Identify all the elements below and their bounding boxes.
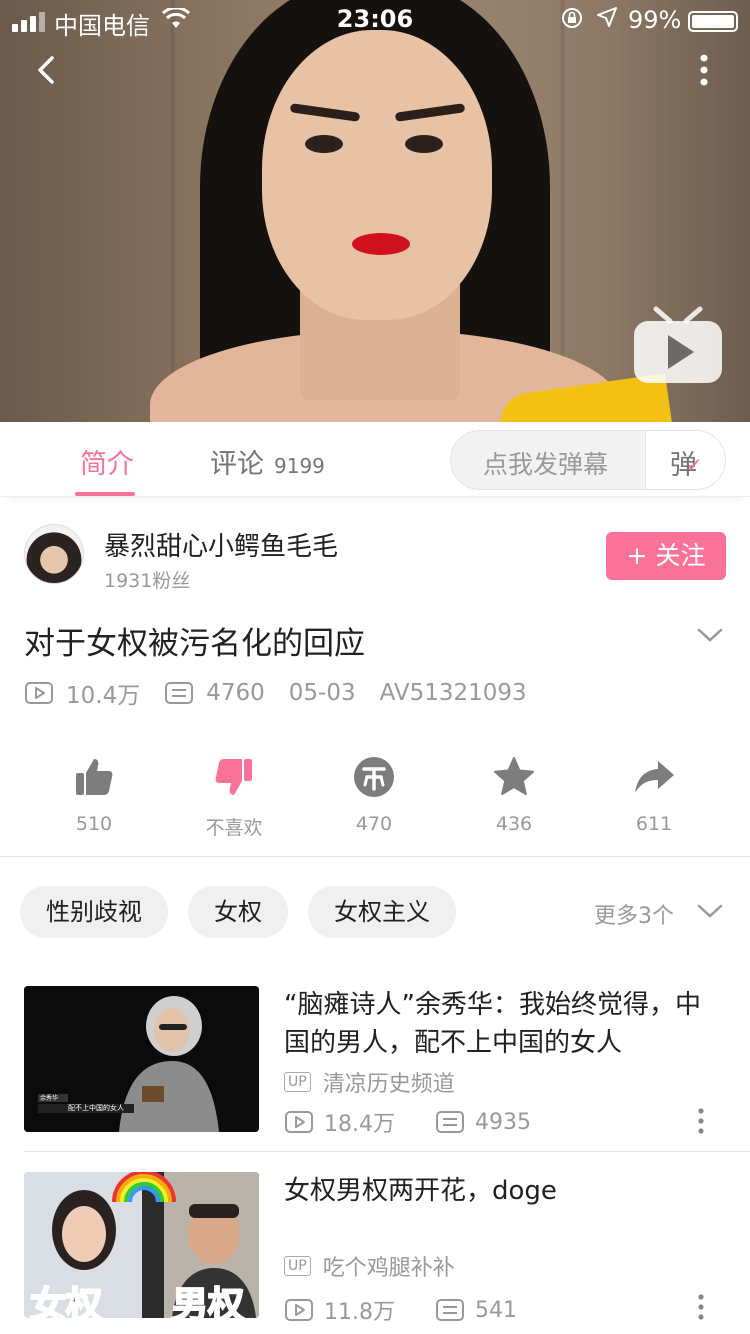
detail-tabs: 简介 评论 9199 点我发弹幕 弹 ✓	[0, 422, 750, 497]
related-danmaku: 541	[475, 1297, 517, 1323]
danmaku-count-icon	[435, 1298, 465, 1322]
related-stats: 11.8万 541	[284, 1294, 557, 1326]
battery-percent: 99%	[628, 6, 682, 34]
tag-chip[interactable]: 女权	[188, 886, 288, 938]
tab-comments-label: 评论	[210, 449, 264, 480]
action-bar: 510 不喜欢 470 436 611	[0, 755, 750, 855]
more-options-icon[interactable]	[694, 1108, 708, 1134]
coin-icon	[354, 757, 394, 797]
video-thumbnail[interactable]: 女权 男权	[24, 1172, 259, 1318]
video-frame-eye	[405, 135, 443, 153]
tag-chip[interactable]: 性别歧视	[20, 886, 168, 938]
play-count-icon	[284, 1298, 314, 1322]
battery-icon	[688, 11, 738, 32]
up-badge: UP	[284, 1072, 311, 1092]
share-button[interactable]: 611	[594, 755, 714, 835]
danmu-input[interactable]: 点我发弹幕 弹 ✓	[450, 430, 726, 490]
play-count-icon	[24, 681, 54, 705]
coin-button[interactable]: 470	[314, 755, 434, 835]
section-divider	[0, 856, 750, 857]
comment-count: 9199	[274, 454, 325, 478]
thumbnail-caption: 女权	[29, 1284, 103, 1318]
video-frame-eye	[305, 135, 343, 153]
danmu-toggle-button[interactable]: 弹 ✓	[645, 431, 725, 489]
uploader-row: 暴烈甜心小鳄鱼毛毛 1931粉丝 + 关注	[24, 524, 726, 592]
like-count: 510	[75, 813, 113, 835]
thumbnail-caption: 男权	[171, 1284, 245, 1318]
thumbnail-caption: 配不上中国的女人	[68, 1104, 124, 1112]
share-count: 611	[635, 813, 673, 835]
related-uploader: 清凉历史频道	[322, 1072, 455, 1097]
star-icon	[494, 757, 534, 795]
related-title[interactable]: 女权男权两开花，doge	[284, 1172, 726, 1210]
danmu-placeholder: 点我发弹幕	[483, 450, 609, 479]
dislike-button[interactable]: 不喜欢	[174, 755, 294, 840]
share-arrow-icon	[635, 761, 674, 793]
related-uploader-row: UP 清凉历史频道	[284, 1066, 455, 1098]
uploader-name[interactable]: 暴烈甜心小鳄鱼毛毛	[104, 526, 338, 563]
thumbnail-image	[24, 986, 259, 1132]
tag-chip[interactable]: 女权主义	[308, 886, 456, 938]
location-icon	[596, 6, 618, 34]
more-tags-button[interactable]: 更多3个	[594, 898, 674, 930]
follow-button[interactable]: + 关注	[606, 532, 726, 580]
chevron-down-icon[interactable]	[696, 625, 724, 645]
publish-date: 05-03	[288, 680, 356, 706]
status-bar: 中国电信 23:06 99%	[0, 0, 750, 40]
video-title: 对于女权被污名化的回应	[24, 626, 365, 662]
favorite-count: 436	[495, 813, 533, 835]
tab-intro[interactable]: 简介	[80, 442, 134, 481]
favorite-button[interactable]: 436	[454, 755, 574, 835]
fans-count: 1931粉丝	[104, 570, 191, 592]
back-icon[interactable]	[30, 52, 66, 88]
play-count-icon	[284, 1110, 314, 1134]
more-menu-icon[interactable]	[692, 52, 716, 92]
related-video[interactable]: 余秀华 配不上中国的女人 “脑瘫诗人”余秀华：我始终觉得，中国的男人，配不上中国…	[24, 986, 726, 1138]
related-danmaku: 4935	[475, 1109, 531, 1135]
tv-play-icon[interactable]	[632, 305, 724, 387]
up-badge: UP	[284, 1256, 311, 1276]
related-uploader: 吃个鸡腿补补	[322, 1256, 455, 1281]
video-frame-lips	[352, 233, 410, 255]
video-frame-face	[262, 30, 492, 320]
chevron-down-icon[interactable]	[696, 902, 724, 920]
list-divider	[24, 1151, 750, 1152]
related-stats: 18.4万 4935	[284, 1106, 571, 1138]
video-player[interactable]: 中国电信 23:06 99%	[0, 0, 750, 422]
check-icon: ✓	[686, 453, 703, 477]
av-number: AV51321093	[379, 680, 527, 706]
tab-comments[interactable]: 评论 9199	[210, 442, 325, 481]
related-views: 18.4万	[324, 1112, 395, 1137]
danmaku-count-icon	[435, 1110, 465, 1134]
view-count: 10.4万	[66, 683, 141, 709]
battery-fill	[692, 15, 734, 28]
avatar[interactable]	[24, 524, 84, 584]
danmaku-count-icon	[164, 681, 194, 705]
related-uploader-row: UP 吃个鸡腿补补	[284, 1250, 455, 1282]
coin-count: 470	[355, 813, 393, 835]
video-meta: 10.4万 4760 05-03 AV51321093	[24, 678, 551, 709]
more-options-icon[interactable]	[694, 1294, 708, 1320]
dislike-label: 不喜欢	[205, 817, 263, 839]
related-views: 11.8万	[324, 1300, 395, 1325]
danmaku-count: 4760	[206, 680, 265, 706]
tab-active-indicator	[75, 492, 135, 496]
thumbnail-caption: 余秀华	[40, 1095, 59, 1102]
related-video[interactable]: 女权 男权 女权男权两开花，doge UP 吃个鸡腿补补 11.8万 541	[24, 1172, 726, 1325]
thumbs-up-icon	[76, 759, 113, 795]
video-thumbnail[interactable]: 余秀华 配不上中国的女人	[24, 986, 259, 1132]
thumbs-down-icon	[215, 759, 252, 795]
like-button[interactable]: 510	[34, 755, 154, 835]
related-title[interactable]: “脑瘫诗人”余秀华：我始终觉得，中国的男人，配不上中国的女人	[284, 986, 726, 1062]
rotation-lock-icon	[560, 6, 584, 36]
